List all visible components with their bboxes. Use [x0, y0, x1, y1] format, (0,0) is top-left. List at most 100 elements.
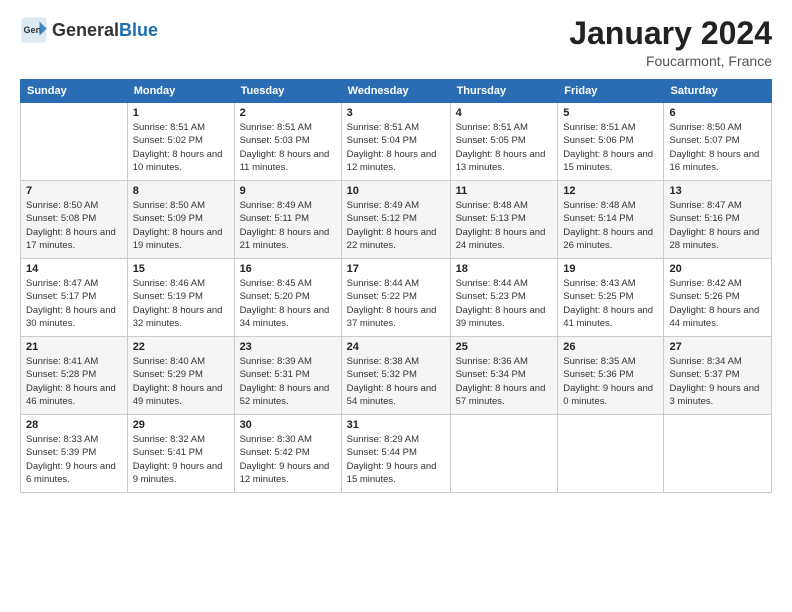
- day-number: 5: [563, 107, 658, 119]
- cell-w3-d1: 14 Sunrise: 8:47 AM Sunset: 5:17 PM Dayli…: [21, 259, 128, 337]
- cell-w2-d6: 12Sunrise: 8:48 AM Sunset: 5:14 PM Dayli…: [558, 181, 664, 259]
- cell-w3-d4: 17Sunrise: 8:44 AM Sunset: 5:22 PM Dayli…: [341, 259, 450, 337]
- day-number: 24: [347, 341, 445, 353]
- day-number: 12: [563, 185, 658, 197]
- day-number: 1: [133, 107, 229, 119]
- day-number: 18: [456, 263, 553, 275]
- cell-w5-d2: 29 Sunrise: 8:32 AM Sunset: 5:41 PM Dayli…: [127, 415, 234, 493]
- day-info: Sunrise: 8:51 AM Sunset: 5:02 PM Dayligh…: [133, 121, 229, 174]
- logo-general: General: [52, 20, 119, 41]
- cell-w5-d1: 28Sunrise: 8:33 AM Sunset: 5:39 PM Dayli…: [21, 415, 128, 493]
- day-number: 15: [133, 263, 229, 275]
- day-number: 19: [563, 263, 658, 275]
- cell-w4-d3: 23Sunrise: 8:39 AM Sunset: 5:31 PM Dayli…: [234, 337, 341, 415]
- logo-blue: Blue: [119, 20, 158, 41]
- col-thursday: Thursday: [450, 80, 558, 103]
- day-number: 26: [563, 341, 658, 353]
- title-block: January 2024 Foucarmont, France: [569, 16, 772, 69]
- day-info: Sunrise: 8:51 AM Sunset: 5:03 PM Dayligh…: [240, 121, 336, 174]
- month-year: January 2024: [569, 16, 772, 51]
- week-row-5: 28Sunrise: 8:33 AM Sunset: 5:39 PM Dayli…: [21, 415, 772, 493]
- day-number: 13: [669, 185, 766, 197]
- header: Gen General Blue January 2024 Foucarmont…: [20, 16, 772, 69]
- day-number: 17: [347, 263, 445, 275]
- cell-w1-d1: [21, 103, 128, 181]
- day-info: Sunrise: 8:50 AM Sunset: 5:08 PM Dayligh…: [26, 199, 122, 252]
- day-info: Sunrise: 8:51 AM Sunset: 5:04 PM Dayligh…: [347, 121, 445, 174]
- calendar-table: Sunday Monday Tuesday Wednesday Thursday…: [20, 79, 772, 493]
- day-info: Sunrise: 8:29 AM Sunset: 5:44 PM Dayligh…: [347, 433, 445, 486]
- cell-w3-d7: 20 Sunrise: 8:42 AM Sunset: 5:26 PM Dayli…: [664, 259, 772, 337]
- day-number: 31: [347, 419, 445, 431]
- cell-w3-d3: 16Sunrise: 8:45 AM Sunset: 5:20 PM Dayli…: [234, 259, 341, 337]
- day-info: Sunrise: 8:45 AM Sunset: 5:20 PM Dayligh…: [240, 277, 336, 330]
- day-number: 30: [240, 419, 336, 431]
- day-info: Sunrise: 8:48 AM Sunset: 5:13 PM Dayligh…: [456, 199, 553, 252]
- cell-w3-d6: 19 Sunrise: 8:43 AM Sunset: 5:25 PM Dayli…: [558, 259, 664, 337]
- day-info: Sunrise: 8:32 AM Sunset: 5:41 PM Dayligh…: [133, 433, 229, 486]
- day-info: Sunrise: 8:51 AM Sunset: 5:06 PM Dayligh…: [563, 121, 658, 174]
- cell-w3-d5: 18 Sunrise: 8:44 AM Sunset: 5:23 PM Dayli…: [450, 259, 558, 337]
- day-number: 3: [347, 107, 445, 119]
- cell-w1-d6: 5 Sunrise: 8:51 AM Sunset: 5:06 PM Daylig…: [558, 103, 664, 181]
- cell-w5-d3: 30 Sunrise: 8:30 AM Sunset: 5:42 PM Dayli…: [234, 415, 341, 493]
- cell-w3-d2: 15Sunrise: 8:46 AM Sunset: 5:19 PM Dayli…: [127, 259, 234, 337]
- day-info: Sunrise: 8:44 AM Sunset: 5:23 PM Dayligh…: [456, 277, 553, 330]
- location: Foucarmont, France: [569, 53, 772, 69]
- day-number: 14: [26, 263, 122, 275]
- day-info: Sunrise: 8:30 AM Sunset: 5:42 PM Dayligh…: [240, 433, 336, 486]
- day-number: 29: [133, 419, 229, 431]
- cell-w4-d1: 21 Sunrise: 8:41 AM Sunset: 5:28 PM Dayli…: [21, 337, 128, 415]
- day-number: 2: [240, 107, 336, 119]
- cell-w1-d2: 1 Sunrise: 8:51 AM Sunset: 5:02 PM Daylig…: [127, 103, 234, 181]
- cell-w2-d7: 13Sunrise: 8:47 AM Sunset: 5:16 PM Dayli…: [664, 181, 772, 259]
- day-info: Sunrise: 8:43 AM Sunset: 5:25 PM Dayligh…: [563, 277, 658, 330]
- col-saturday: Saturday: [664, 80, 772, 103]
- cell-w5-d5: [450, 415, 558, 493]
- col-monday: Monday: [127, 80, 234, 103]
- day-info: Sunrise: 8:36 AM Sunset: 5:34 PM Dayligh…: [456, 355, 553, 408]
- week-row-2: 7 Sunrise: 8:50 AM Sunset: 5:08 PM Daylig…: [21, 181, 772, 259]
- day-info: Sunrise: 8:47 AM Sunset: 5:17 PM Dayligh…: [26, 277, 122, 330]
- day-number: 10: [347, 185, 445, 197]
- day-info: Sunrise: 8:40 AM Sunset: 5:29 PM Dayligh…: [133, 355, 229, 408]
- cell-w5-d6: [558, 415, 664, 493]
- day-info: Sunrise: 8:41 AM Sunset: 5:28 PM Dayligh…: [26, 355, 122, 408]
- day-info: Sunrise: 8:49 AM Sunset: 5:12 PM Dayligh…: [347, 199, 445, 252]
- cell-w2-d2: 8Sunrise: 8:50 AM Sunset: 5:09 PM Daylig…: [127, 181, 234, 259]
- day-number: 21: [26, 341, 122, 353]
- day-info: Sunrise: 8:50 AM Sunset: 5:07 PM Dayligh…: [669, 121, 766, 174]
- cell-w2-d1: 7 Sunrise: 8:50 AM Sunset: 5:08 PM Daylig…: [21, 181, 128, 259]
- cell-w1-d5: 4 Sunrise: 8:51 AM Sunset: 5:05 PM Daylig…: [450, 103, 558, 181]
- week-row-1: 1 Sunrise: 8:51 AM Sunset: 5:02 PM Daylig…: [21, 103, 772, 181]
- cell-w4-d4: 24 Sunrise: 8:38 AM Sunset: 5:32 PM Dayli…: [341, 337, 450, 415]
- day-info: Sunrise: 8:34 AM Sunset: 5:37 PM Dayligh…: [669, 355, 766, 408]
- day-number: 20: [669, 263, 766, 275]
- day-number: 7: [26, 185, 122, 197]
- day-info: Sunrise: 8:35 AM Sunset: 5:36 PM Dayligh…: [563, 355, 658, 408]
- day-number: 11: [456, 185, 553, 197]
- day-number: 27: [669, 341, 766, 353]
- day-number: 6: [669, 107, 766, 119]
- cell-w4-d2: 22Sunrise: 8:40 AM Sunset: 5:29 PM Dayli…: [127, 337, 234, 415]
- day-number: 4: [456, 107, 553, 119]
- cell-w2-d4: 10 Sunrise: 8:49 AM Sunset: 5:12 PM Dayli…: [341, 181, 450, 259]
- day-info: Sunrise: 8:42 AM Sunset: 5:26 PM Dayligh…: [669, 277, 766, 330]
- day-info: Sunrise: 8:38 AM Sunset: 5:32 PM Dayligh…: [347, 355, 445, 408]
- day-info: Sunrise: 8:50 AM Sunset: 5:09 PM Dayligh…: [133, 199, 229, 252]
- cell-w1-d7: 6 Sunrise: 8:50 AM Sunset: 5:07 PM Daylig…: [664, 103, 772, 181]
- week-row-3: 14 Sunrise: 8:47 AM Sunset: 5:17 PM Dayli…: [21, 259, 772, 337]
- week-row-4: 21 Sunrise: 8:41 AM Sunset: 5:28 PM Dayli…: [21, 337, 772, 415]
- day-number: 28: [26, 419, 122, 431]
- day-number: 25: [456, 341, 553, 353]
- cell-w4-d6: 26 Sunrise: 8:35 AM Sunset: 5:36 PM Dayli…: [558, 337, 664, 415]
- cell-w4-d5: 25 Sunrise: 8:36 AM Sunset: 5:34 PM Dayli…: [450, 337, 558, 415]
- day-number: 23: [240, 341, 336, 353]
- cell-w4-d7: 27 Sunrise: 8:34 AM Sunset: 5:37 PM Dayli…: [664, 337, 772, 415]
- cell-w1-d4: 3 Sunrise: 8:51 AM Sunset: 5:04 PM Daylig…: [341, 103, 450, 181]
- cell-w5-d4: 31 Sunrise: 8:29 AM Sunset: 5:44 PM Dayli…: [341, 415, 450, 493]
- col-tuesday: Tuesday: [234, 80, 341, 103]
- logo: Gen General Blue: [20, 16, 158, 44]
- cell-w2-d5: 11 Sunrise: 8:48 AM Sunset: 5:13 PM Dayli…: [450, 181, 558, 259]
- day-info: Sunrise: 8:51 AM Sunset: 5:05 PM Dayligh…: [456, 121, 553, 174]
